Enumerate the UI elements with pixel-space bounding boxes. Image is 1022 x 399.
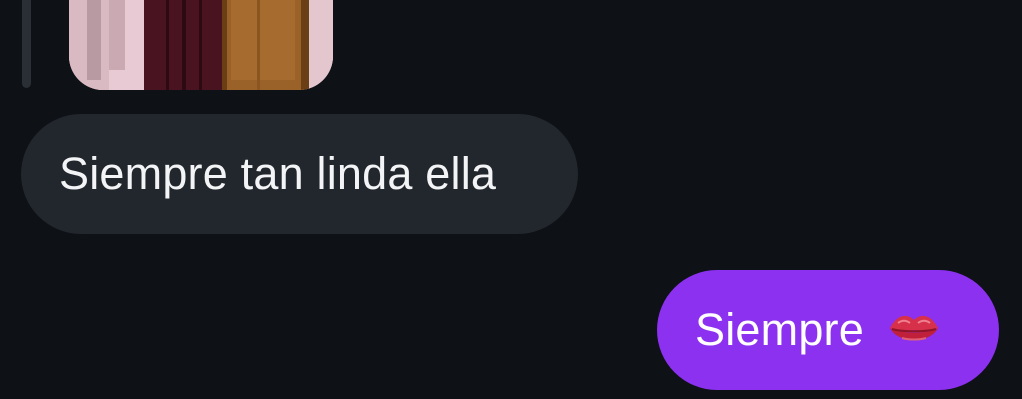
chat-thread: Siempre tan linda ella Siempre <box>0 0 1022 399</box>
media-photo-thumbnail[interactable] <box>69 0 333 90</box>
incoming-message-bubble[interactable]: Siempre tan linda ella <box>21 114 578 234</box>
outgoing-message-bubble[interactable]: Siempre <box>657 270 999 390</box>
outgoing-message-text: Siempre <box>695 304 864 355</box>
incoming-message-text: Siempre tan linda ella <box>59 148 497 199</box>
reply-thread-line <box>22 0 31 88</box>
kiss-mark-icon <box>886 308 942 352</box>
photo-thumbnail-icon <box>69 0 333 90</box>
